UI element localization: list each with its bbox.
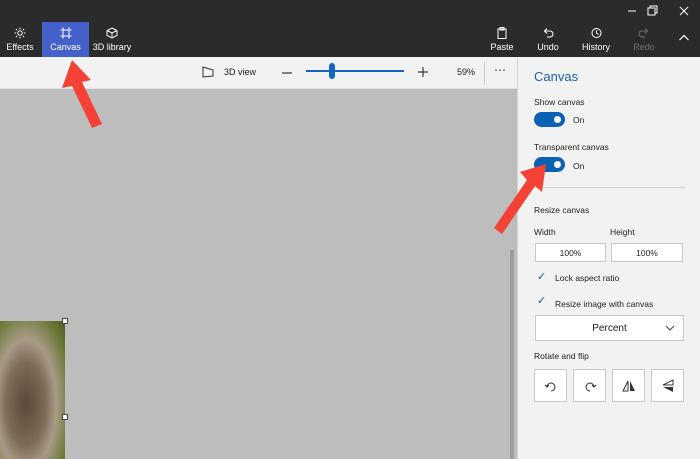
show-canvas-state: On <box>573 115 585 125</box>
3d-view-icon[interactable] <box>202 66 215 78</box>
panel-title: Canvas <box>534 69 579 84</box>
resize-handle-top-right[interactable] <box>62 318 68 324</box>
undo-button[interactable]: Undo <box>534 22 562 57</box>
minimize-icon[interactable] <box>624 4 640 18</box>
rotate-left-icon <box>544 382 555 391</box>
3d-view-button[interactable]: 3D view <box>224 67 256 77</box>
canvas-button[interactable]: Canvas <box>42 22 89 57</box>
3d-library-button[interactable]: 3D library <box>92 22 132 57</box>
flip-horizontal-button[interactable] <box>612 369 645 402</box>
unit-dropdown-value: Percent <box>592 322 627 334</box>
restore-icon[interactable] <box>644 4 660 18</box>
zoom-value: 59% <box>457 67 476 77</box>
width-input[interactable]: 100% <box>535 243 606 262</box>
flip-horizontal-icon <box>621 380 635 391</box>
resize-image-label: Resize image with canvas <box>555 299 654 309</box>
history-icon <box>591 28 602 38</box>
canvas-image[interactable] <box>0 321 65 459</box>
canvas-panel: Canvas Show canvas On Transparent canvas… <box>517 57 700 459</box>
paste-label: Paste <box>490 42 514 52</box>
cube-icon <box>106 27 118 39</box>
undo-icon <box>543 28 554 38</box>
annotation-arrow-canvas-icon <box>62 60 102 128</box>
paste-icon <box>497 27 507 39</box>
lock-aspect-checkbox[interactable]: ✓ <box>537 271 549 283</box>
zoom-slider-thumb[interactable] <box>329 63 335 79</box>
height-label: Height <box>610 227 635 237</box>
zoom-in-icon[interactable] <box>417 66 429 78</box>
chevron-up-icon <box>679 34 689 41</box>
rotate-flip-heading: Rotate and flip <box>534 351 589 361</box>
redo-label: Redo <box>633 42 655 52</box>
resize-handle-middle-right[interactable] <box>62 414 68 420</box>
undo-label: Undo <box>537 42 559 52</box>
flip-vertical-button[interactable] <box>651 369 684 402</box>
zoom-slider-track[interactable] <box>306 70 404 72</box>
flip-vertical-icon <box>662 378 673 392</box>
history-button[interactable]: History <box>580 22 612 57</box>
canvas-label: Canvas <box>50 42 81 52</box>
ribbon: Effects Canvas 3D library Paste Undo His… <box>0 0 700 57</box>
chevron-down-icon <box>665 325 675 331</box>
panel-divider <box>534 187 685 188</box>
canvas-workspace[interactable] <box>0 89 517 459</box>
paste-button[interactable]: Paste <box>488 22 516 57</box>
redo-icon <box>638 28 649 38</box>
redo-button[interactable]: Redo <box>630 22 658 57</box>
more-options-icon[interactable]: ⋯ <box>494 63 506 77</box>
toolbar-divider <box>484 61 485 85</box>
rotate-right-button[interactable] <box>573 369 606 402</box>
show-canvas-label: Show canvas <box>534 97 585 107</box>
resize-image-checkbox[interactable]: ✓ <box>537 295 549 307</box>
transparent-canvas-label: Transparent canvas <box>534 142 609 152</box>
collapse-ribbon-button[interactable] <box>672 22 696 57</box>
effects-button[interactable]: Effects <box>2 22 38 57</box>
rotate-right-icon <box>585 382 596 391</box>
vertical-scrollbar[interactable] <box>510 250 514 459</box>
effects-label: Effects <box>6 42 34 52</box>
3d-library-label: 3D library <box>92 42 132 52</box>
height-input[interactable]: 100% <box>611 243 683 262</box>
history-label: History <box>581 42 610 52</box>
sun-icon <box>14 27 26 39</box>
close-icon[interactable] <box>676 4 692 18</box>
unit-dropdown[interactable]: Percent <box>535 315 684 341</box>
annotation-arrow-toggle-icon <box>494 164 546 234</box>
show-canvas-toggle[interactable] <box>534 112 565 127</box>
lock-aspect-label: Lock aspect ratio <box>555 273 620 283</box>
zoom-out-icon[interactable] <box>281 67 293 79</box>
rotate-left-button[interactable] <box>534 369 567 402</box>
canvas-icon <box>60 27 71 39</box>
transparent-canvas-state: On <box>573 161 585 171</box>
